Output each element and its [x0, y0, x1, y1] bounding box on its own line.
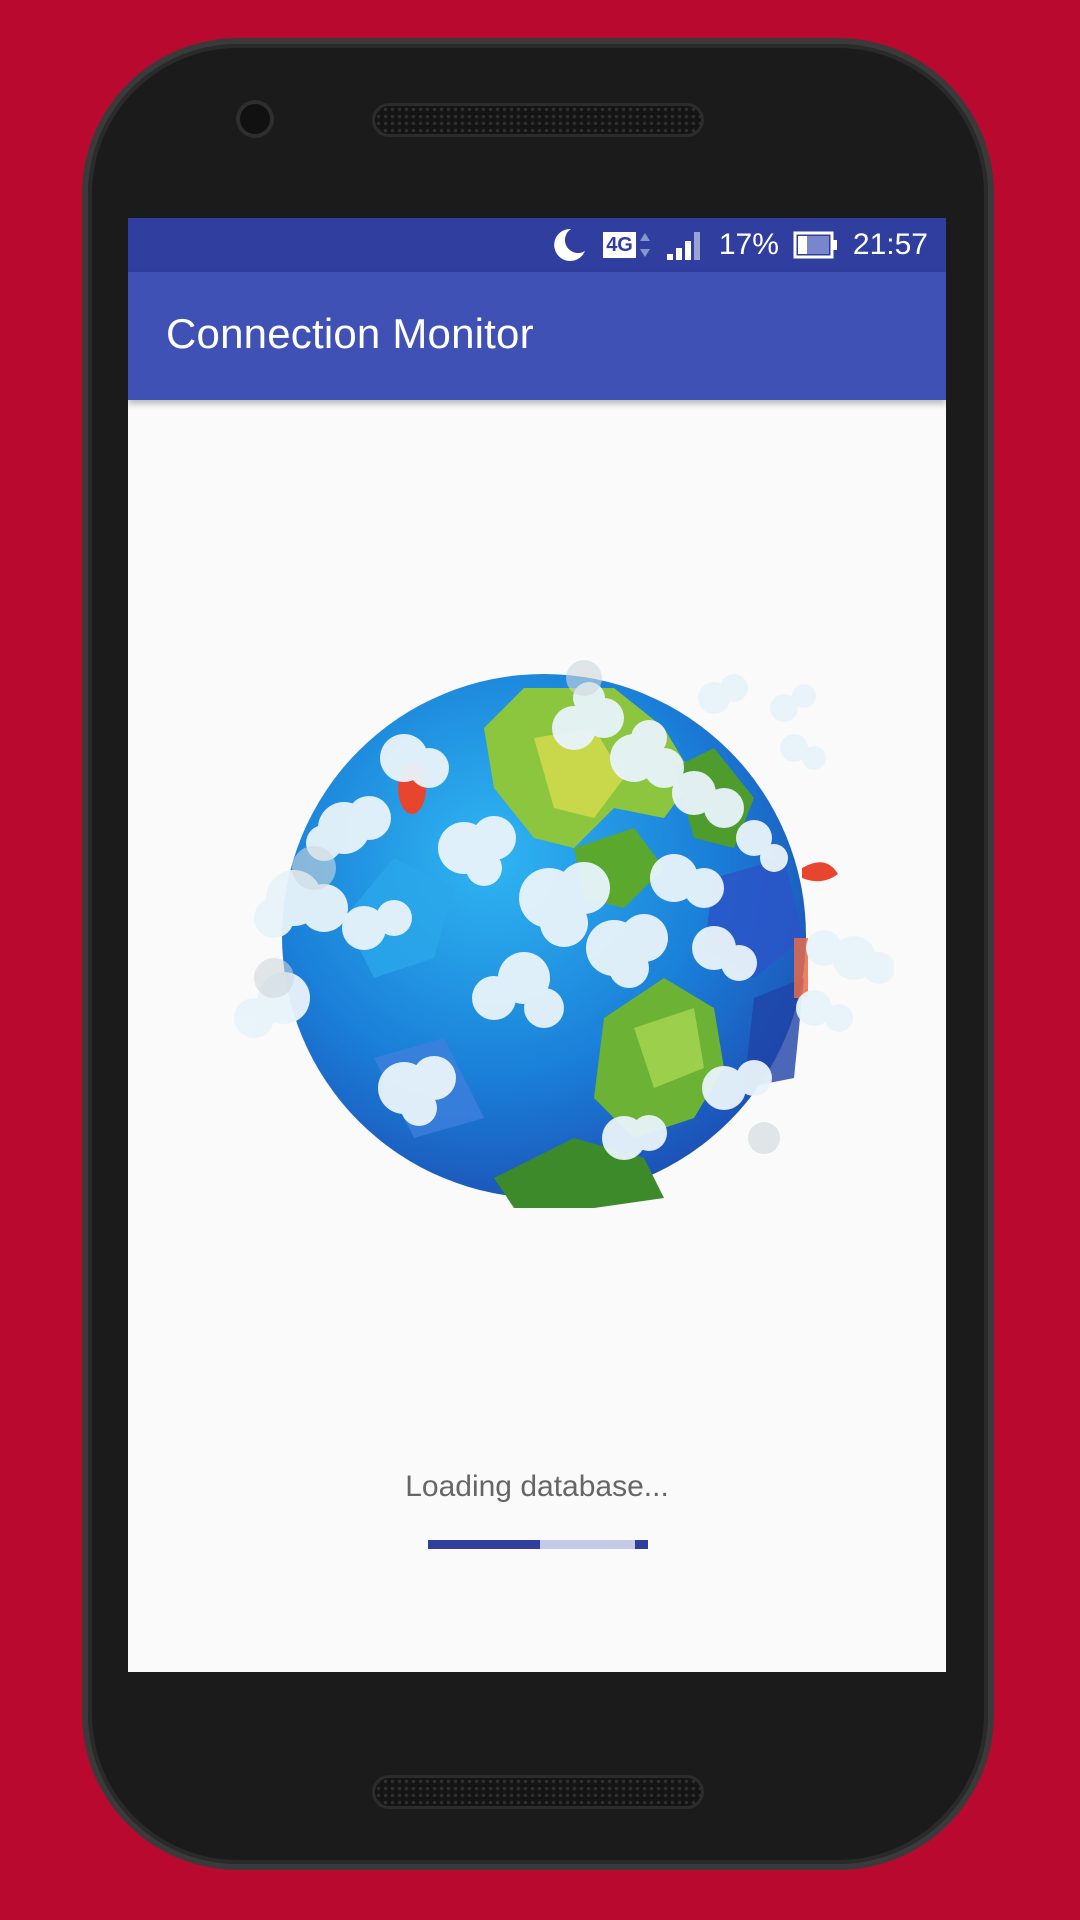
- battery-percent: 17%: [718, 228, 779, 261]
- loading-status-text: Loading database...: [405, 1470, 669, 1503]
- bottom-speaker: [375, 1778, 701, 1806]
- progress-bar-secondary-fill: [635, 1540, 648, 1549]
- loading-progress-bar: [428, 1540, 648, 1549]
- earpiece-speaker: [375, 106, 701, 134]
- signal-icon: [665, 228, 705, 262]
- network-4g-icon: 4G: [603, 230, 651, 260]
- earth-globe-illustration: [194, 618, 895, 1238]
- network-type-label: 4G: [603, 232, 636, 258]
- device-frame-stage: 4G 17% 21:57 Connection Monitor Loading …: [0, 0, 1080, 1920]
- app-toolbar: Connection Monitor: [128, 272, 946, 400]
- battery-icon: [793, 230, 839, 260]
- status-bar: 4G 17% 21:57: [128, 218, 946, 272]
- front-camera: [240, 104, 270, 134]
- progress-bar-primary-fill: [428, 1540, 540, 1549]
- clock: 21:57: [852, 228, 928, 261]
- app-title: Connection Monitor: [166, 310, 534, 357]
- moon-icon: [549, 225, 589, 265]
- phone-screen: 4G 17% 21:57 Connection Monitor Loading …: [128, 218, 946, 1672]
